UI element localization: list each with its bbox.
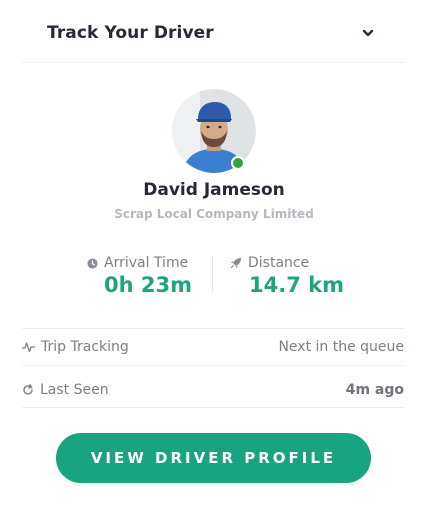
- divider: [22, 328, 404, 329]
- card-title: Track Your Driver: [47, 23, 214, 43]
- trip-tracking-row: Trip Tracking Next in the queue: [22, 339, 404, 359]
- activity-icon: [22, 342, 35, 353]
- driver-name: David Jameson: [143, 180, 285, 200]
- divider: [22, 365, 404, 366]
- trip-tracking-label: Trip Tracking: [41, 339, 129, 355]
- last-seen-value: 4m ago: [345, 382, 404, 398]
- online-status-dot: [231, 156, 245, 170]
- distance-value: 14.7 km: [249, 273, 344, 297]
- trip-tracking-status: Next in the queue: [278, 339, 404, 355]
- refresh-icon: [23, 384, 33, 395]
- distance-label-group: Distance: [230, 255, 309, 271]
- divider: [22, 407, 404, 408]
- clock-icon: [87, 257, 98, 269]
- chevron-down-icon[interactable]: [362, 27, 374, 39]
- driver-company: Scrap Local Company Limited: [114, 207, 314, 221]
- rocket-icon: [230, 258, 241, 269]
- last-seen-label: Last Seen: [40, 382, 109, 398]
- stats-divider: [212, 256, 213, 292]
- distance-label: Distance: [248, 255, 310, 271]
- view-driver-profile-button[interactable]: VIEW DRIVER PROFILE: [56, 433, 371, 483]
- arrival-time-value: 0h 23m: [104, 273, 192, 297]
- arrival-time-label-group: Arrival Time: [87, 255, 188, 271]
- driver-avatar: [172, 89, 256, 173]
- card-header: Track Your Driver: [22, 0, 404, 63]
- arrival-time-label: Arrival Time: [104, 255, 189, 271]
- last-seen-row: Last Seen 4m ago: [22, 382, 404, 402]
